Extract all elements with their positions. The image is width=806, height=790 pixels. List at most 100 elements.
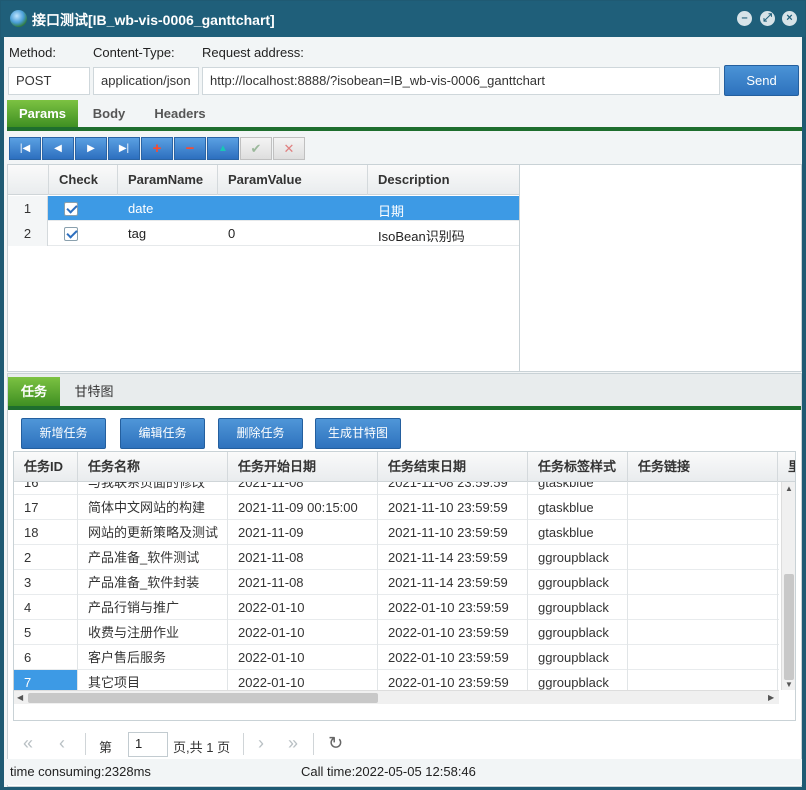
task-name: 其它项目 (78, 670, 228, 690)
row-number: 2 (8, 221, 48, 246)
task-id: 7 (14, 670, 78, 690)
task-id: 18 (14, 520, 78, 545)
prev-page-icon[interactable]: ‹ (59, 733, 65, 754)
task-end: 2021-11-10 23:59:59 (378, 495, 528, 520)
scroll-up-icon[interactable]: ▲ (785, 484, 793, 493)
task-start: 2022-01-10 (228, 645, 378, 670)
tab-params[interactable]: Params (7, 100, 78, 127)
table-row[interactable]: 5 收费与注册作业 2022-01-10 2022-01-10 23:59:59 ggr… (14, 620, 779, 645)
header-task-link: 任务链接 (628, 452, 778, 482)
first-page-icon[interactable]: « (23, 733, 33, 754)
param-description: 日期 (378, 204, 405, 219)
param-checkbox[interactable] (64, 227, 78, 241)
task-start: 2021-11-08 (228, 570, 378, 595)
minimize-icon[interactable]: – (737, 11, 752, 26)
status-bar: time consuming:2328ms Call time:2022-05-… (4, 759, 802, 785)
tab-headers[interactable]: Headers (147, 100, 213, 127)
vertical-scroll-thumb[interactable] (784, 574, 794, 680)
task-start: 2021-11-08 (228, 545, 378, 570)
task-link (628, 645, 778, 670)
add-icon[interactable]: + (141, 137, 173, 160)
param-row[interactable]: 1 date 日期 (8, 196, 519, 221)
main-tab-bar: Params Body Headers (7, 100, 802, 131)
task-link (628, 620, 778, 645)
table-row[interactable]: 4 产品行销与推广 2022-01-10 2022-01-10 23:59:59 ggr… (14, 595, 779, 620)
table-row[interactable]: 6 客户售后服务 2022-01-10 2022-01-10 23:59:59 ggro… (14, 645, 779, 670)
task-end: 2022-01-10 23:59:59 (378, 645, 528, 670)
last-page-icon[interactable]: » (288, 733, 298, 754)
task-link (628, 495, 778, 520)
page-prefix: 第 (99, 740, 113, 755)
task-name: 简体中文网站的构建 (78, 495, 228, 520)
remove-icon[interactable]: − (174, 137, 206, 160)
scroll-right-icon[interactable]: ▶ (768, 693, 774, 702)
task-style: gtaskblue (528, 520, 628, 545)
delete-task-button[interactable]: 删除任务 (218, 418, 303, 449)
task-end: 2022-01-10 23:59:59 (378, 595, 528, 620)
task-id: 2 (14, 545, 78, 570)
page-suffix: 页,共 1 页 (173, 740, 231, 755)
header-task-name: 任务名称 (78, 452, 228, 482)
task-name: 收费与注册作业 (78, 620, 228, 645)
close-icon[interactable]: × (782, 11, 797, 26)
horizontal-scroll-thumb[interactable] (28, 693, 378, 703)
window-content: Method: Content-Type: Request address: P… (4, 37, 802, 787)
table-row[interactable]: 3 产品准备_软件封装 2021-11-08 2021-11-14 23:59:59 g… (14, 570, 779, 595)
task-name: 网站的更新策略及测试 (78, 520, 228, 545)
task-link (628, 670, 778, 690)
task-end: 2022-01-10 23:59:59 (378, 620, 528, 645)
horizontal-scrollbar[interactable]: ◀ ▶ (14, 690, 779, 704)
header-task-id: 任务ID (14, 452, 78, 482)
sub-tab-bar: 任务 甘特图 (8, 374, 801, 410)
method-input[interactable]: POST (8, 67, 90, 95)
content-type-label: Content-Type: (93, 45, 175, 60)
api-test-window: 接口测试[IB_wb-vis-0006_ganttchart] – ⤢ × Me… (0, 0, 806, 790)
task-style: ggroupblack (528, 595, 628, 620)
task-end: 2021-11-14 23:59:59 (378, 545, 528, 570)
task-name: 客户售后服务 (78, 645, 228, 670)
content-type-input[interactable]: application/json (93, 67, 199, 95)
table-row[interactable]: 17 简体中文网站的构建 2021-11-09 00:15:00 2021-11-10… (14, 495, 779, 520)
tab-body[interactable]: Body (83, 100, 135, 127)
task-name: 产品准备_软件测试 (78, 545, 228, 570)
move-up-icon[interactable]: ▲ (207, 137, 239, 160)
tab-gantt[interactable]: 甘特图 (64, 377, 124, 406)
confirm-icon[interactable]: ✔ (240, 137, 272, 160)
table-row[interactable]: 2 产品准备_软件测试 2021-11-08 2021-11-14 23:59:59 g… (14, 545, 779, 570)
task-style: ggroupblack (528, 570, 628, 595)
prev-icon[interactable]: ◀ (42, 137, 74, 160)
task-name: 产品准备_软件封装 (78, 570, 228, 595)
scroll-left-icon[interactable]: ◀ (17, 693, 23, 702)
task-end: 2021-11-14 23:59:59 (378, 570, 528, 595)
add-task-button[interactable]: 新增任务 (21, 418, 106, 449)
method-label: Method: (9, 45, 56, 60)
edit-task-button[interactable]: 编辑任务 (120, 418, 205, 449)
generate-gantt-button[interactable]: 生成甘特图 (315, 418, 401, 449)
header-paramname: ParamName (117, 165, 217, 195)
task-style: ggroupblack (528, 620, 628, 645)
last-icon[interactable]: ▶| (108, 137, 140, 160)
title-bar: 接口测试[IB_wb-vis-0006_ganttchart] – ⤢ × (1, 1, 805, 37)
address-input[interactable]: http://localhost:8888/?isobean=IB_wb-vis… (202, 67, 720, 95)
param-value[interactable]: 0 (228, 226, 235, 241)
table-row[interactable]: 18 网站的更新策略及测试 2021-11-09 2021-11-10 23:59:5… (14, 520, 779, 545)
task-start: 2021-11-09 00:15:00 (228, 495, 378, 520)
vertical-scrollbar[interactable]: ▲ ▼ (781, 482, 795, 690)
cancel-icon[interactable]: ✕ (273, 137, 305, 160)
first-icon[interactable]: |◀ (9, 137, 41, 160)
next-icon[interactable]: ▶ (75, 137, 107, 160)
table-row[interactable]: 7 其它项目 2022-01-10 2022-01-10 23:59:59 ggroup… (14, 670, 779, 690)
tab-tasks[interactable]: 任务 (8, 377, 60, 406)
maximize-icon[interactable]: ⤢ (760, 11, 775, 26)
task-link (628, 520, 778, 545)
param-row[interactable]: 2 tag 0 IsoBean识别码 (8, 221, 519, 246)
task-id: 17 (14, 495, 78, 520)
send-button[interactable]: Send (724, 65, 799, 96)
task-name: 产品行销与推广 (78, 595, 228, 620)
next-page-icon[interactable]: › (258, 733, 264, 754)
page-number-input[interactable]: 1 (128, 732, 168, 757)
refresh-icon[interactable]: ↻ (328, 733, 343, 754)
param-checkbox[interactable] (64, 202, 78, 216)
task-id: 4 (14, 595, 78, 620)
scroll-down-icon[interactable]: ▼ (785, 680, 793, 689)
